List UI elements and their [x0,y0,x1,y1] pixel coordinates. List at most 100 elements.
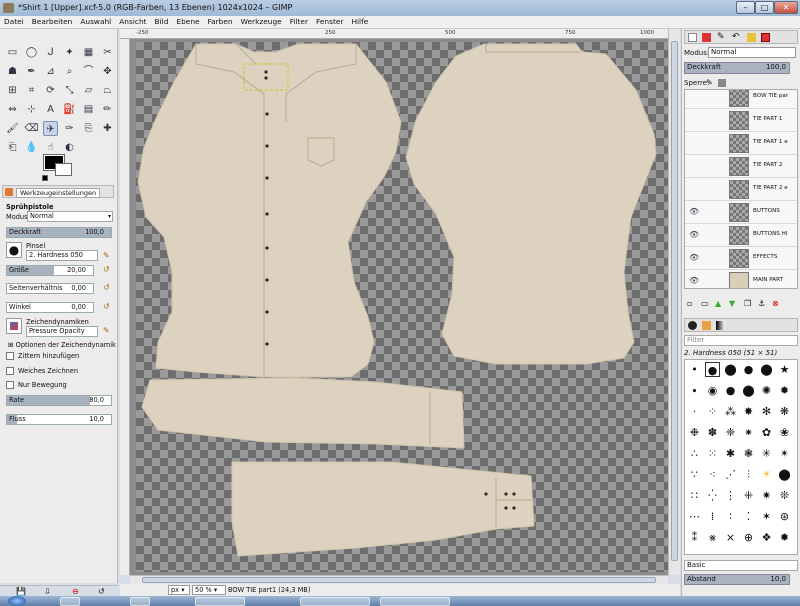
brush-swatch[interactable]: ● [705,362,720,377]
brush-swatch[interactable]: • [687,362,702,377]
layer-row[interactable]: TIE PART 2 e [685,178,797,201]
brush-swatch[interactable]: ⋰ [723,467,738,482]
bucket-fill-icon[interactable]: ⛽ [62,102,77,117]
brush-swatch[interactable]: ⬤ [777,467,792,482]
brush-swatch[interactable]: ⊛ [777,509,792,524]
spacing-slider[interactable]: Abstand 10,0 [684,574,790,585]
menu-datei[interactable]: Datei [0,16,28,28]
foreground-select-icon[interactable]: ☗ [5,64,20,79]
free-select-icon[interactable]: ᒍ [43,45,58,60]
menu-fenster[interactable]: Fenster [312,16,347,28]
visibility-icon[interactable]: 👁 [689,207,699,217]
taskbar-item[interactable] [300,597,370,606]
menu-farben[interactable]: Farben [204,16,237,28]
taskbar-item[interactable] [195,597,245,606]
maximize-button[interactable]: □ [755,1,774,14]
paintbrush-icon[interactable]: 🖌 [5,121,20,136]
dynamics-options-expander[interactable]: ⊞ Optionen der Zeichendynamik [8,341,116,349]
blur-icon[interactable]: 💧 [24,140,39,155]
brush-swatch[interactable]: ✽ [705,425,720,440]
start-button[interactable] [8,596,26,606]
brush-swatch[interactable]: ∵ [687,467,702,482]
brush-swatch[interactable]: ⁂ [723,404,738,419]
flip-icon[interactable]: ⇔ [5,102,20,117]
background-color[interactable] [55,163,72,176]
taskbar-item[interactable] [380,597,450,606]
dynamics-icon[interactable] [6,318,22,334]
brush-swatch[interactable]: ⁕ [741,425,756,440]
measure-icon[interactable]: ⌒ [81,64,96,79]
edit-dynamics-icon[interactable]: ✎ [103,326,110,335]
horizontal-scrollbar[interactable] [130,575,668,584]
menu-filter[interactable]: Filter [286,16,312,28]
tags-tab-icon[interactable] [747,33,756,42]
lower-layer-icon[interactable]: ▼ [729,299,735,308]
brush-swatch[interactable]: ⨳ [705,530,720,545]
brush-swatch[interactable]: ⁛ [705,488,720,503]
brush-swatch[interactable]: ∙ [687,383,702,398]
ink-icon[interactable]: ✑ [62,121,77,136]
brush-swatch[interactable]: ✹ [777,530,792,545]
brush-swatch[interactable]: · [687,404,702,419]
brush-swatch[interactable]: ❋ [777,404,792,419]
delete-layer-icon[interactable]: ⊗ [772,299,779,308]
brush-swatch[interactable]: ⁚ [741,509,756,524]
brush-swatch[interactable]: ✿ [759,425,774,440]
gradients-tab-icon[interactable] [716,321,725,330]
perspective-icon[interactable]: ⏢ [100,83,115,98]
crop-icon[interactable]: ⌗ [24,83,39,98]
move-icon[interactable]: ✥ [100,64,115,79]
scissors-icon[interactable]: ✂ [100,45,115,60]
brush-swatch[interactable]: ⬤ [759,362,774,377]
perspective-clone-icon[interactable]: ⎗ [5,140,20,155]
brush-swatch[interactable]: ❉ [687,425,702,440]
smudge-icon[interactable]: ☝ [43,140,58,155]
brushes-tab-icon[interactable] [688,321,697,330]
layers-tab-icon[interactable] [688,33,697,42]
layer-row[interactable]: TIE PART 1 [685,109,797,132]
lock-alpha-icon[interactable] [718,79,726,87]
brush-swatch[interactable]: ✴ [777,446,792,461]
rate-slider[interactable]: Rate 80,0 [6,395,112,406]
raise-layer-icon[interactable]: ▲ [715,299,721,308]
menu-bild[interactable]: Bild [151,16,173,28]
close-button[interactable]: ✕ [774,1,798,14]
duplicate-layer-icon[interactable]: ❐ [744,299,751,308]
heal-icon[interactable]: ✚ [100,121,115,136]
patterns-tab-icon[interactable] [702,321,711,330]
layer-row[interactable]: 👁 EFFECTS [685,247,797,270]
delete-options-icon[interactable]: ⊖ [72,587,79,596]
align-icon[interactable]: ⊞ [5,83,20,98]
minimize-button[interactable]: – [736,1,755,14]
opacity-slider[interactable]: Deckkraft 100,0 [6,227,112,238]
brush-swatch[interactable]: ⁜ [741,488,756,503]
brush-swatch[interactable]: ⁞ [705,509,720,524]
brush-swatch[interactable]: ⨯ [723,530,738,545]
color-picker-icon[interactable]: ⊿ [43,64,58,79]
menu-bearbeiten[interactable]: Bearbeiten [28,16,77,28]
brush-swatch[interactable]: ❀ [777,425,792,440]
brush-swatch[interactable]: ✷ [759,488,774,503]
reset-aspect-icon[interactable]: ↺ [103,283,110,292]
vertical-scroll-thumb[interactable] [671,41,678,561]
scale-icon[interactable]: ⤡ [62,83,77,98]
dodge-burn-icon[interactable]: ◐ [62,140,77,155]
brush-swatch[interactable]: ⋮ [723,488,738,503]
incremental-checkbox[interactable] [6,381,14,389]
zoom-select[interactable]: 50 % ▾ [192,585,226,595]
layer-row[interactable]: 👁 BUTTONS [685,201,797,224]
layer-row[interactable]: TIE PART 1 e [685,132,797,155]
unit-select[interactable]: px ▾ [168,585,190,595]
edit-brush-icon[interactable]: ✎ [103,251,110,260]
ellipse-select-icon[interactable]: ◯ [24,45,39,60]
angle-slider[interactable]: Winkel 0,00 [6,302,94,313]
cage-icon[interactable]: ⊹ [24,102,39,117]
eraser-icon[interactable]: ⌫ [24,121,39,136]
brush-swatch[interactable]: ⁙ [705,446,720,461]
brush-swatch[interactable]: ⁘ [705,404,720,419]
visibility-icon[interactable]: 👁 [689,276,699,286]
layer-row[interactable]: 👁 MAIN PART [685,270,797,288]
brush-field[interactable]: 2. Hardness 050 [26,250,98,261]
zoom-icon[interactable]: ⌕ [62,64,77,79]
brush-swatch[interactable]: ✸ [741,404,756,419]
